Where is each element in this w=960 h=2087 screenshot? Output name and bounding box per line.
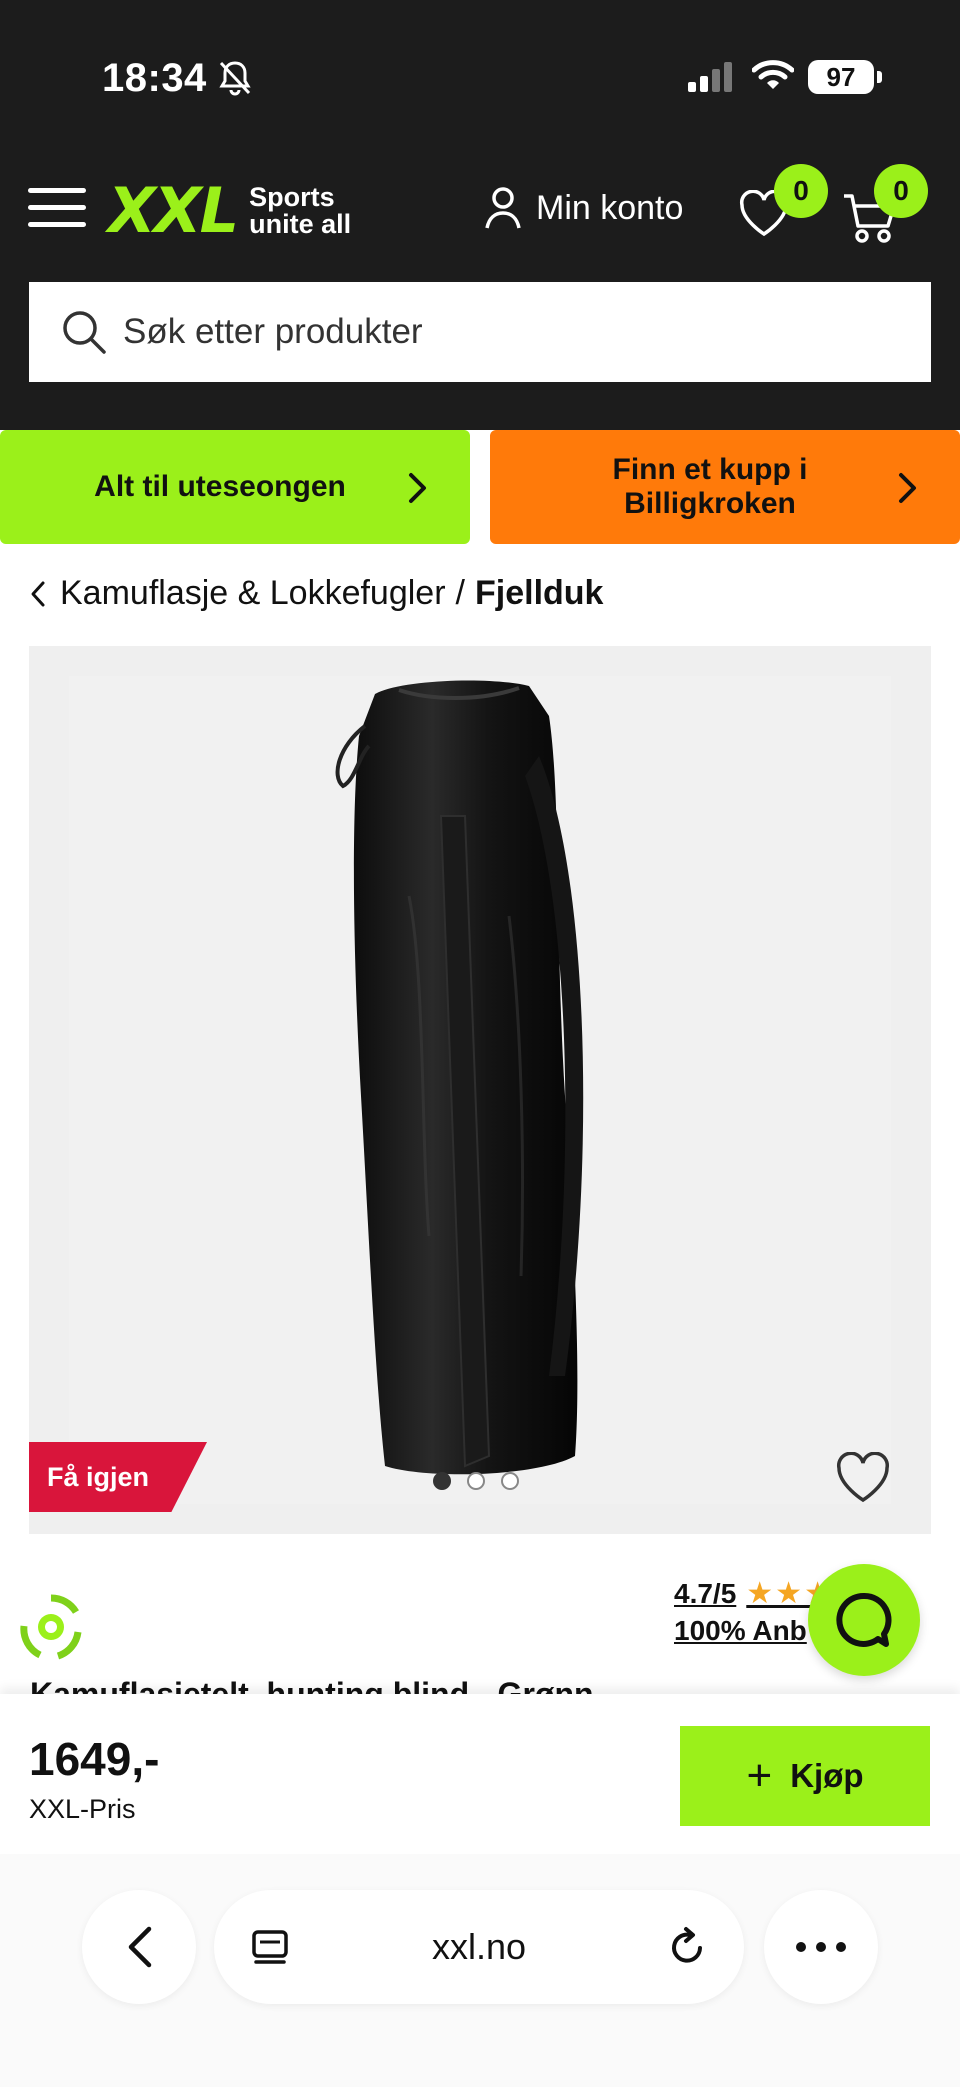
site-header: XXL Sports unite all Min konto 0 0 bbox=[0, 150, 960, 280]
recycle-icon bbox=[16, 1592, 86, 1667]
heart-outline-icon bbox=[837, 1451, 889, 1503]
breadcrumb: Kamuflasje & Lokkefugler / Fjellduk bbox=[30, 574, 603, 613]
status-bar: 18:34 97 bbox=[0, 0, 960, 150]
search-input[interactable] bbox=[123, 312, 883, 352]
browser-url-bar[interactable]: xxl.no bbox=[214, 1890, 744, 2004]
promo-outdoor-label: Alt til uteseongen bbox=[94, 470, 346, 503]
user-icon bbox=[485, 187, 521, 229]
reload-icon[interactable] bbox=[666, 1926, 708, 1968]
product-image bbox=[69, 676, 891, 1504]
wifi-icon bbox=[751, 58, 795, 97]
promo-billigkroken-line2: Billigkroken bbox=[624, 487, 796, 520]
breadcrumb-current: Fjellduk bbox=[475, 574, 604, 612]
promo-billigkroken-label: Finn et kupp i Billigkroken bbox=[613, 453, 838, 520]
cart-count-badge: 0 bbox=[874, 164, 928, 218]
logo-tagline-line2: unite all bbox=[249, 209, 352, 239]
browser-back-button[interactable] bbox=[82, 1890, 196, 2004]
rating-score: 4.7/5 bbox=[674, 1577, 737, 1609]
product-price: 1649,- bbox=[29, 1733, 160, 1785]
my-account-link[interactable]: Min konto bbox=[484, 186, 683, 230]
hamburger-menu-button[interactable] bbox=[28, 188, 86, 232]
status-time: 18:34 bbox=[102, 56, 207, 100]
product-title: Kamuflasjetelt, hunting blind - Grønn bbox=[30, 1676, 594, 1694]
buy-button[interactable]: + Kjøp bbox=[680, 1726, 930, 1826]
logo-tagline: Sports unite all bbox=[249, 184, 351, 238]
price-label: XXL-Pris bbox=[29, 1794, 136, 1824]
browser-toolbar: xxl.no bbox=[0, 1854, 960, 2087]
chat-bubble-icon bbox=[836, 1592, 892, 1647]
plus-icon: + bbox=[746, 1751, 773, 1800]
product-image-gallery[interactable]: Få igjen bbox=[29, 646, 931, 1534]
menu-line bbox=[28, 205, 86, 210]
chat-button[interactable] bbox=[808, 1564, 920, 1676]
menu-line bbox=[28, 188, 86, 193]
xxl-logo[interactable]: XXL Sports unite all bbox=[108, 180, 351, 242]
buy-button-label: Kjøp bbox=[790, 1757, 864, 1794]
logo-tagline-line1: Sports bbox=[249, 182, 335, 212]
browser-more-button[interactable] bbox=[764, 1890, 878, 2004]
ellipsis-icon bbox=[796, 1942, 846, 1952]
logo-wordmark: XXL bbox=[108, 174, 239, 247]
breadcrumb-parent-link[interactable]: Kamuflasje & Lokkefugler bbox=[60, 574, 446, 613]
battery-indicator: 97 bbox=[808, 60, 882, 94]
cellular-signal-icon bbox=[688, 62, 734, 97]
bell-muted-icon bbox=[218, 60, 252, 101]
add-to-wishlist-button[interactable] bbox=[835, 1451, 891, 1509]
top-dark-area: 18:34 97 XXL Sports unite all Min konto bbox=[0, 0, 960, 430]
promo-billigkroken[interactable]: Finn et kupp i Billigkroken bbox=[490, 430, 960, 544]
chevron-right-icon bbox=[409, 473, 426, 503]
image-pagination bbox=[433, 1472, 519, 1490]
menu-line bbox=[28, 222, 86, 227]
search-icon bbox=[63, 311, 106, 354]
browser-url-text: xxl.no bbox=[431, 1926, 527, 1967]
chevron-left-icon bbox=[128, 1926, 152, 1968]
my-account-label: Min konto bbox=[536, 188, 684, 227]
breadcrumb-separator: / bbox=[455, 574, 465, 612]
promo-outdoor-season[interactable]: Alt til uteseongen bbox=[0, 430, 470, 544]
search-bar[interactable] bbox=[29, 282, 931, 382]
sticky-buy-bar: 1649,- XXL-Pris + Kjøp bbox=[0, 1694, 960, 1854]
reader-mode-icon bbox=[252, 1930, 288, 1964]
image-dot-1[interactable] bbox=[433, 1472, 451, 1490]
image-dot-2[interactable] bbox=[467, 1472, 485, 1490]
image-dot-3[interactable] bbox=[501, 1472, 519, 1490]
wishlist-count-badge: 0 bbox=[774, 164, 828, 218]
promo-billigkroken-line1: Finn et kupp i bbox=[612, 453, 808, 487]
product-bag-illustration bbox=[335, 680, 584, 1475]
chevron-right-icon bbox=[899, 473, 916, 503]
chevron-left-icon[interactable] bbox=[30, 580, 46, 608]
